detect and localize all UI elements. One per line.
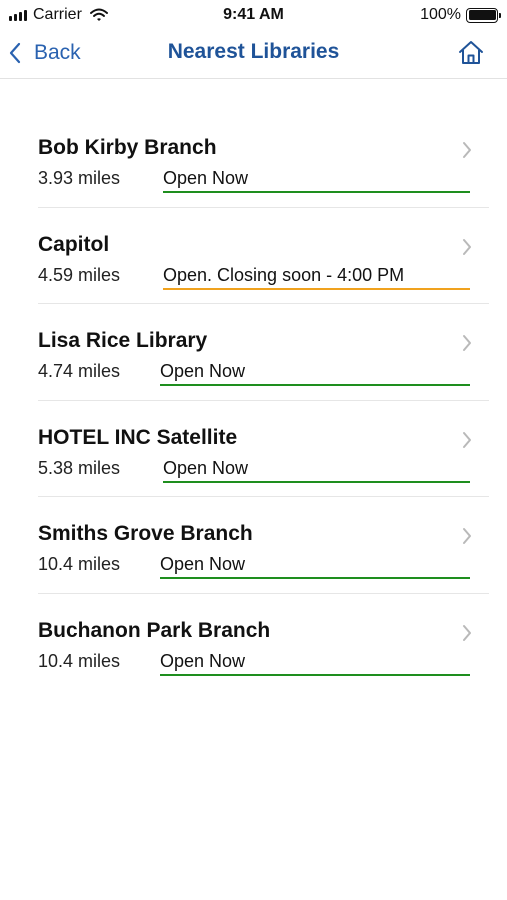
chevron-right-icon <box>463 624 471 641</box>
chevron-right-icon <box>463 431 471 448</box>
library-distance: 10.4 miles <box>38 554 121 575</box>
library-distance: 4.59 miles <box>38 264 121 285</box>
library-item[interactable]: Smiths Grove Branch 10.4 miles Open Now <box>38 497 489 594</box>
library-status: Open Now <box>163 168 470 193</box>
chevron-right-icon <box>463 528 471 545</box>
battery-icon <box>466 7 501 23</box>
page-title: Nearest Libraries <box>167 40 340 63</box>
battery-percent: 100% <box>420 6 461 23</box>
library-item[interactable]: Lisa Rice Library 4.74 miles Open Now <box>38 304 489 401</box>
library-status: Open Now <box>160 361 470 387</box>
screen: Carrier 9:41 AM 100% Back Nearest Librar… <box>0 0 507 900</box>
chevron-right-icon <box>463 335 471 352</box>
nav-bar: Back Nearest Libraries <box>0 30 507 79</box>
library-name: HOTEL INC Satellite <box>38 425 238 449</box>
library-status: Open Now <box>160 651 470 676</box>
library-status: Open Now <box>160 554 470 580</box>
chevron-right-icon <box>463 142 471 158</box>
status-right: 100% <box>420 6 501 24</box>
library-status: Open. Closing soon - 4:00 PM <box>163 265 470 290</box>
chevron-right-icon <box>463 238 471 255</box>
library-name: Bob Kirby Branch <box>38 136 217 159</box>
home-icon[interactable] <box>457 39 485 67</box>
library-name: Smiths Grove Branch <box>38 522 253 546</box>
library-distance: 5.38 miles <box>38 457 121 478</box>
library-name: Lisa Rice Library <box>38 329 208 353</box>
library-name: Capitol <box>38 232 110 256</box>
library-item[interactable]: Bob Kirby Branch 3.93 miles Open Now <box>38 111 489 208</box>
library-status: Open Now <box>163 458 470 483</box>
library-list: Bob Kirby Branch 3.93 miles Open Now Cap… <box>0 111 507 691</box>
library-item[interactable]: Capitol 4.59 miles Open. Closing soon - … <box>38 208 489 305</box>
library-name: Buchanon Park Branch <box>38 618 271 642</box>
library-distance: 10.4 miles <box>38 650 121 671</box>
status-bar: Carrier 9:41 AM 100% <box>0 0 507 30</box>
library-item[interactable]: HOTEL INC Satellite 5.38 miles Open Now <box>38 401 489 498</box>
library-distance: 3.93 miles <box>38 168 121 188</box>
library-distance: 4.74 miles <box>38 361 121 382</box>
library-item[interactable]: Buchanon Park Branch 10.4 miles Open Now <box>38 594 489 691</box>
